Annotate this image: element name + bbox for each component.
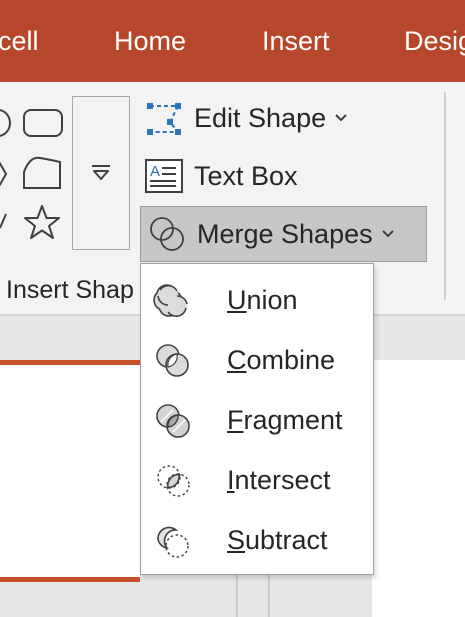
tab-insert[interactable]: Insert: [262, 0, 330, 82]
ribbon-tab-bar: cell Home Insert Desig: [0, 0, 465, 82]
intersect-label: ntersect: [234, 464, 331, 495]
merge-shapes-menu: Union Combine Fragment Intersect Subtrac…: [140, 263, 374, 575]
subtract-accesskey: S: [227, 524, 246, 555]
menu-item-fragment[interactable]: Fragment: [141, 390, 373, 450]
gallery-more-icon: [92, 165, 110, 180]
text-box-icon: A: [145, 159, 183, 193]
merge-shapes-button[interactable]: Merge Shapes: [140, 206, 427, 262]
tab-excel[interactable]: cell: [0, 0, 39, 82]
merge-shapes-label: Merge Shapes: [197, 218, 373, 249]
shapes-gallery: [0, 109, 63, 239]
arrow-shape-icon[interactable]: [0, 160, 8, 188]
chevron-down-icon: [335, 114, 347, 122]
intersect-accesskey: I: [227, 464, 235, 495]
edit-shape-icon: [147, 103, 181, 135]
merge-shapes-icon: [150, 217, 184, 251]
fragment-accesskey: F: [227, 404, 244, 435]
fragment-label: ragment: [243, 404, 343, 435]
text-box-label: Text Box: [194, 160, 298, 191]
pane-divider: [236, 572, 238, 617]
svg-text:A: A: [150, 163, 160, 180]
insert-shapes-group-label: Insert Shap: [6, 276, 134, 304]
tab-home[interactable]: Home: [114, 0, 186, 82]
combine-icon: [156, 344, 189, 377]
shapes-gallery-more-button[interactable]: [72, 96, 130, 250]
text-box-button[interactable]: A Text Box: [142, 150, 298, 202]
subtract-icon: [157, 526, 189, 558]
subtract-label: ubtract: [245, 524, 328, 555]
pane-divider: [268, 572, 270, 617]
menu-item-combine[interactable]: Combine: [141, 330, 373, 390]
union-label: nion: [246, 284, 298, 315]
line-shape-icon[interactable]: [0, 213, 7, 229]
oval-shape-icon[interactable]: [0, 109, 12, 137]
edit-shape-label: Edit Shape: [194, 102, 327, 133]
slide-canvas[interactable]: [372, 360, 465, 617]
union-accesskey: U: [227, 284, 247, 315]
intersect-icon: [157, 465, 190, 497]
union-icon: [153, 284, 188, 317]
star-shape-icon[interactable]: [24, 205, 60, 239]
slide-thumbnail[interactable]: [0, 360, 140, 582]
chevron-down-icon: [381, 230, 394, 238]
freeform-shape-icon[interactable]: [23, 156, 61, 189]
rounded-rectangle-shape-icon[interactable]: [23, 109, 63, 137]
combine-label: ombine: [246, 344, 336, 375]
fragment-icon: [156, 404, 190, 438]
menu-item-union[interactable]: Union: [141, 270, 373, 330]
menu-item-subtract[interactable]: Subtract: [141, 510, 373, 570]
edit-shape-button[interactable]: Edit Shape: [142, 92, 348, 144]
ribbon-group-separator: [444, 92, 446, 300]
tab-design[interactable]: Desig: [404, 0, 465, 82]
menu-item-intersect[interactable]: Intersect: [141, 450, 373, 510]
combine-accesskey: C: [227, 344, 247, 375]
